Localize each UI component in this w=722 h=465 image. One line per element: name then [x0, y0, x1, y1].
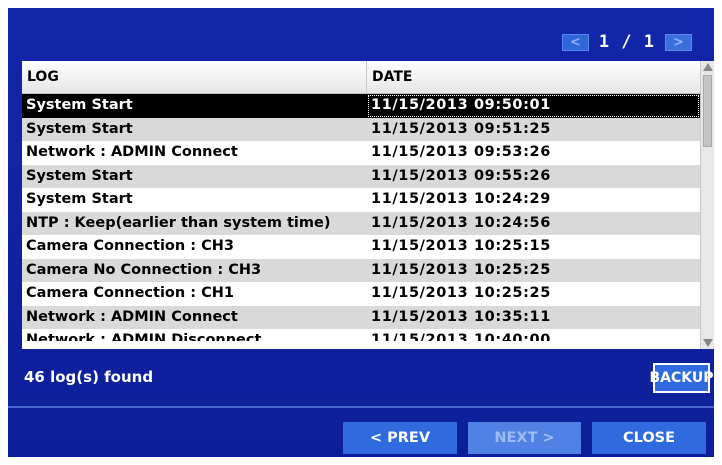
scroll-up-arrow-icon[interactable] — [703, 63, 713, 71]
page-indicator: 1 / 1 — [598, 32, 655, 52]
date-cell: 11/15/2013 10:25:15 — [371, 238, 551, 254]
table-row[interactable]: System Start 11/15/2013 10:24:29 — [22, 188, 700, 212]
table-row[interactable]: Network : ADMIN Connect 11/15/2013 10:35:… — [22, 305, 700, 329]
log-cell: Camera No Connection : CH3 — [26, 261, 262, 278]
chevron-right-icon: > — [673, 34, 684, 50]
table-row[interactable]: Camera Connection : CH1 11/15/2013 10:25:… — [22, 282, 700, 306]
log-panel: < 1 / 1 > LOG DATE System Start 11/15/201… — [8, 8, 714, 457]
log-cell: System Start — [26, 120, 133, 137]
log-cell: Network : ADMIN Connect — [26, 144, 238, 160]
date-cell: 11/15/2013 09:55:26 — [371, 167, 551, 184]
date-cell: 11/15/2013 09:53:26 — [371, 144, 551, 160]
table-row[interactable]: System Start 11/15/2013 09:55:26 — [22, 164, 700, 188]
page-prev-button[interactable]: < — [561, 33, 589, 51]
table-row[interactable]: Network : ADMIN Disconnect 11/15/2013 10:… — [22, 329, 700, 341]
divider — [8, 406, 714, 408]
date-cell: 11/15/2013 10:25:25 — [371, 285, 551, 301]
log-cell: System Start — [26, 167, 133, 184]
chevron-left-icon: < — [569, 34, 581, 50]
close-button[interactable]: CLOSE — [592, 422, 706, 454]
table-row[interactable]: NTP : Keep(earlier than system time) 11/1… — [22, 211, 700, 235]
date-cell: 11/15/2013 10:24:56 — [371, 214, 551, 231]
backup-button[interactable]: BACKUP — [650, 363, 714, 393]
date-cell: 11/15/2013 10:40:00 — [371, 332, 551, 341]
log-cell: Camera Connection : CH3 — [26, 238, 234, 254]
pager: < 1 / 1 > — [561, 32, 692, 52]
table-row[interactable]: System Start 11/15/2013 09:51:25 — [22, 117, 700, 141]
next-button[interactable]: NEXT > — [468, 422, 581, 454]
log-cell: Network : ADMIN Connect — [26, 308, 238, 325]
table-body: System Start 11/15/2013 09:50:01 System St… — [22, 94, 700, 341]
log-count-text: 46 log(s) found — [24, 368, 154, 386]
log-cell: NTP : Keep(earlier than system time) — [26, 214, 331, 231]
log-cell: Network : ADMIN Disconnect — [26, 332, 262, 341]
page-next-button[interactable]: > — [665, 33, 692, 51]
date-cell: 11/15/2013 10:25:25 — [371, 261, 551, 278]
column-header-date[interactable]: DATE — [367, 61, 700, 93]
log-cell: System Start — [26, 191, 133, 207]
date-cell: 11/15/2013 10:35:11 — [371, 308, 551, 325]
table-row[interactable]: System Start 11/15/2013 09:50:01 — [22, 94, 700, 118]
scrollbar-thumb[interactable] — [703, 75, 712, 147]
date-cell: 11/15/2013 10:24:29 — [371, 191, 551, 207]
table-header: LOG DATE — [22, 61, 700, 94]
vertical-scrollbar[interactable] — [700, 61, 714, 349]
log-cell: System Start — [26, 97, 133, 113]
log-cell: Camera Connection : CH1 — [26, 285, 234, 301]
table-row[interactable]: Camera No Connection : CH3 11/15/2013 10:… — [22, 258, 700, 282]
scroll-down-arrow-icon[interactable] — [703, 339, 713, 347]
date-cell: 11/15/2013 09:51:25 — [371, 120, 551, 137]
log-table: LOG DATE System Start 11/15/2013 09:50:01… — [22, 61, 714, 349]
table-row[interactable]: Network : ADMIN Connect 11/15/2013 09:53:… — [22, 141, 700, 165]
prev-button[interactable]: < PREV — [343, 422, 457, 454]
table-row[interactable]: Camera Connection : CH3 11/15/2013 10:25:… — [22, 235, 700, 259]
column-header-log[interactable]: LOG — [22, 61, 367, 93]
date-cell: 11/15/2013 09:50:01 — [367, 94, 700, 118]
